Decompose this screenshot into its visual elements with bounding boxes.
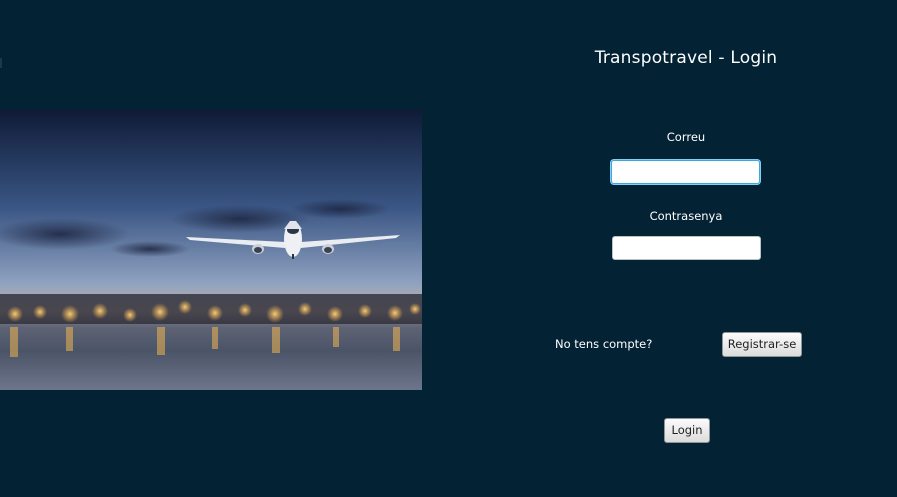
window-edge-mark bbox=[0, 58, 2, 68]
register-button[interactable]: Registrar-se bbox=[722, 332, 802, 357]
password-field[interactable] bbox=[612, 236, 761, 260]
no-account-text: No tens compte? bbox=[555, 337, 653, 351]
email-field[interactable] bbox=[611, 160, 760, 184]
password-label: Contrasenya bbox=[649, 209, 723, 223]
hero-image bbox=[0, 109, 422, 390]
login-button[interactable]: Login bbox=[664, 418, 710, 443]
page-title: Transpotravel - Login bbox=[594, 48, 778, 68]
login-window: Transpotravel - Login Correu Contrasenya… bbox=[0, 0, 897, 497]
airplane-photo bbox=[0, 109, 422, 390]
email-label: Correu bbox=[666, 130, 706, 144]
